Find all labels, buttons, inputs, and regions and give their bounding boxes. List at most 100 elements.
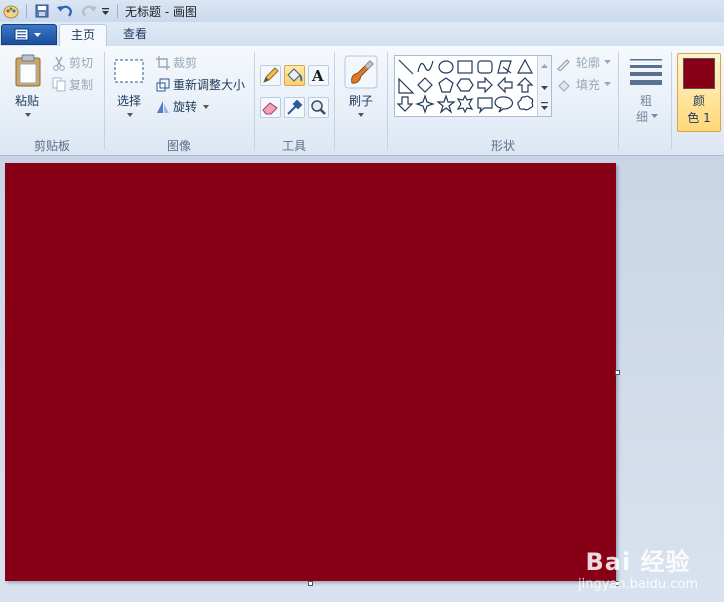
- scroll-down-icon[interactable]: [541, 86, 548, 90]
- fill-bucket-icon: [287, 68, 303, 82]
- crop-button[interactable]: 裁剪: [173, 54, 197, 72]
- fill-button[interactable]: 填充: [576, 76, 600, 94]
- fill-dropdown-icon[interactable]: [604, 82, 611, 87]
- brush-icon[interactable]: [344, 55, 378, 89]
- rotate-dropdown-icon[interactable]: [202, 104, 210, 110]
- cloud-callout-shape-icon[interactable]: [517, 95, 534, 111]
- resize-button[interactable]: 重新调整大小: [173, 76, 245, 94]
- group-separator: [104, 52, 105, 150]
- shapes-gallery: [394, 55, 552, 117]
- outline-button[interactable]: 轮廓: [576, 54, 600, 72]
- undo-icon[interactable]: [56, 3, 74, 19]
- eyedropper-icon: [287, 99, 303, 115]
- paint-app-icon[interactable]: [2, 3, 20, 19]
- rect-callout-shape-icon[interactable]: [477, 97, 493, 114]
- down-arrow-shape-icon[interactable]: [397, 96, 414, 112]
- redo-icon[interactable]: [80, 3, 98, 19]
- paste-button[interactable]: 粘贴: [8, 92, 46, 109]
- resize-icon: [156, 78, 170, 92]
- copy-button[interactable]: 复制: [69, 76, 93, 94]
- rounded-rectangle-shape-icon[interactable]: [477, 60, 493, 74]
- shape-fill-icon: [558, 80, 570, 92]
- group-separator: [671, 52, 672, 150]
- canvas-workspace: Bai 经验 jingyan.baidu.com: [0, 156, 724, 602]
- fill-tool[interactable]: [284, 65, 305, 86]
- four-point-star-icon[interactable]: [415, 94, 435, 114]
- image-group-label: 图像: [166, 139, 191, 153]
- up-arrow-shape-icon[interactable]: [516, 77, 534, 93]
- rotate-button[interactable]: 旋转: [173, 98, 197, 116]
- menu-icon: [14, 28, 41, 41]
- right-triangle-shape-icon[interactable]: [398, 77, 415, 94]
- color1-swatch: [683, 58, 715, 89]
- brush-button[interactable]: 刷子: [342, 92, 380, 109]
- shapes-scroll-arrows: [541, 64, 548, 110]
- rotate-icon: [157, 101, 169, 113]
- paint-menu-button[interactable]: [1, 24, 57, 45]
- hexagon-shape-icon[interactable]: [456, 78, 474, 92]
- oval-callout-shape-icon[interactable]: [494, 96, 514, 113]
- group-separator: [387, 52, 388, 150]
- qat-dropdown-icon[interactable]: [101, 3, 111, 19]
- outline-icon: [557, 59, 570, 71]
- pentagon-shape-icon[interactable]: [438, 77, 454, 93]
- select-dropdown-icon[interactable]: [126, 112, 134, 118]
- copy-icon: [52, 77, 66, 92]
- text-a-icon: A: [311, 67, 324, 85]
- color1-label-bottom: 色 1: [687, 111, 711, 125]
- svg-text:A: A: [311, 67, 324, 85]
- eraser-tool[interactable]: [260, 97, 281, 118]
- scroll-up-icon[interactable]: [541, 64, 548, 68]
- polygon-shape-icon[interactable]: [497, 60, 512, 74]
- tab-row: 主页 查看: [0, 22, 724, 46]
- magnifier-icon: [311, 100, 326, 115]
- window-title: 无标题 - 画图: [125, 5, 197, 19]
- line-shape-icon[interactable]: [398, 59, 414, 75]
- canvas-resize-handle-bottom[interactable]: [308, 581, 313, 586]
- rectangle-shape-icon[interactable]: [457, 60, 473, 74]
- five-point-star-icon[interactable]: [436, 94, 456, 114]
- size-label-top: 粗: [639, 94, 652, 108]
- pencil-icon: [263, 67, 279, 83]
- pencil-tool[interactable]: [260, 65, 281, 86]
- watermark: Bai 经验 jingyan.baidu.com: [578, 542, 698, 592]
- oval-shape-icon[interactable]: [438, 60, 454, 74]
- shapes-scrollbar[interactable]: [537, 56, 551, 116]
- magnifier-tool[interactable]: [308, 97, 329, 118]
- tab-home[interactable]: 主页: [59, 24, 107, 46]
- left-arrow-shape-icon[interactable]: [497, 76, 513, 94]
- select-icon[interactable]: [113, 58, 145, 84]
- watermark-url: jingyan.baidu.com: [578, 577, 698, 592]
- title-bar: 无标题 - 画图: [0, 0, 724, 23]
- group-separator: [254, 52, 255, 150]
- tab-view[interactable]: 查看: [112, 24, 158, 45]
- group-separator: [334, 52, 335, 150]
- curve-shape-icon[interactable]: [417, 60, 434, 73]
- crop-icon: [156, 56, 170, 70]
- outline-dropdown-icon[interactable]: [604, 60, 611, 65]
- watermark-logo: Bai 经验: [585, 548, 691, 576]
- scissors-icon: [53, 56, 65, 71]
- cut-button[interactable]: 剪切: [69, 54, 93, 72]
- canvas-resize-handle-right[interactable]: [615, 370, 620, 375]
- text-tool[interactable]: A: [308, 65, 329, 86]
- select-button[interactable]: 选择: [111, 92, 147, 109]
- gallery-expand-icon[interactable]: [541, 106, 548, 110]
- color1-label-top: 颜: [692, 94, 705, 108]
- color-picker-tool[interactable]: [284, 97, 305, 118]
- save-icon[interactable]: [34, 3, 50, 19]
- paste-icon[interactable]: [13, 54, 43, 88]
- brush-dropdown-icon[interactable]: [357, 112, 365, 118]
- six-point-star-icon[interactable]: [456, 94, 474, 114]
- color1-button[interactable]: 颜 色 1: [677, 53, 721, 132]
- size-dropdown-icon[interactable]: [651, 114, 658, 119]
- triangle-shape-icon[interactable]: [516, 58, 534, 74]
- drawing-canvas[interactable]: [5, 163, 616, 581]
- diamond-shape-icon[interactable]: [417, 77, 433, 93]
- shapes-group-label: 形状: [490, 139, 515, 153]
- ribbon: 粘贴 剪切 复制 剪贴板 选择 裁剪 重新调整大小 旋转 图像 A 工具 刷子 …: [0, 46, 724, 156]
- right-arrow-shape-icon[interactable]: [477, 76, 493, 94]
- size-icon[interactable]: [628, 56, 664, 86]
- shapes-grid: [397, 58, 534, 114]
- paste-dropdown-icon[interactable]: [24, 112, 32, 118]
